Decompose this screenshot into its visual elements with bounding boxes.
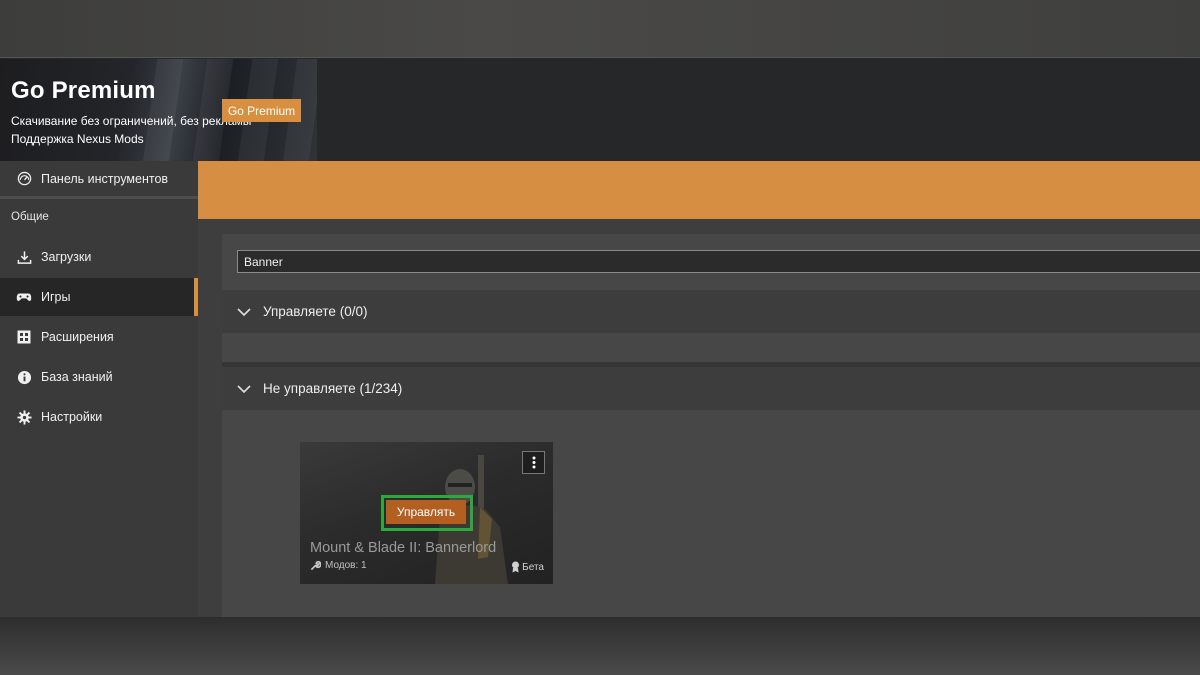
chevron-down-icon [237, 384, 251, 393]
premium-title: Go Premium [11, 77, 156, 104]
premium-banner: Go Premium Скачивание без ограничений, б… [0, 59, 317, 162]
more-vertical-icon [532, 456, 535, 469]
sidebar-item-label: Игры [41, 290, 71, 304]
go-premium-button[interactable]: Go Premium [222, 99, 301, 122]
mods-count-text: Модов: 1 [325, 560, 367, 571]
sidebar-item-label: База знаний [41, 370, 113, 384]
award-icon [512, 561, 520, 573]
chevron-down-icon [237, 307, 251, 316]
wrench-icon [310, 560, 321, 571]
game-title: Mount & Blade II: Bannerlord [310, 540, 497, 556]
beta-badge: Бета [511, 561, 544, 573]
mods-count: Модов: 1 [310, 560, 367, 571]
unmanaged-section-title: Не управляете (1/234) [263, 381, 403, 396]
info-icon [16, 369, 32, 385]
top-bar: Go Premium Скачивание без ограничений, б… [0, 57, 1200, 162]
sidebar: Панель инструментов Общие Загрузки Игры … [0, 161, 198, 617]
sidebar-item-label: Панель инструментов [41, 171, 169, 186]
premium-tagline: Скачивание без ограничений, без рекламы [11, 114, 252, 128]
sidebar-item-dashboard[interactable]: Панель инструментов [0, 161, 198, 199]
games-page: Управляете (0/0) Не управляете (1/234) [198, 219, 1200, 617]
games-panel: Управляете (0/0) Не управляете (1/234) [222, 234, 1200, 617]
header-band [198, 161, 1200, 219]
sidebar-item-games[interactable]: Игры [0, 278, 198, 316]
gear-icon [16, 409, 32, 425]
sidebar-item-extensions[interactable]: Расширения [0, 318, 198, 356]
sidebar-item-downloads[interactable]: Загрузки [0, 238, 198, 276]
backdrop-bottom [0, 617, 1200, 675]
gamepad-icon [16, 289, 32, 305]
backdrop-top [0, 0, 1200, 57]
vortex-window: Go Premium Скачивание без ограничений, б… [0, 57, 1200, 617]
banner-decor [142, 59, 184, 162]
managed-section-title: Управляете (0/0) [263, 304, 368, 319]
gauge-icon [16, 171, 32, 187]
sidebar-item-label: Загрузки [41, 250, 92, 264]
game-options-button[interactable] [522, 451, 545, 474]
unmanaged-section-header[interactable]: Не управляете (1/234) [222, 367, 1200, 410]
download-icon [16, 249, 32, 265]
extensions-icon [16, 329, 32, 345]
managed-section-header[interactable]: Управляете (0/0) [222, 290, 1200, 333]
sidebar-item-label: Расширения [41, 330, 114, 344]
sidebar-item-label: Настройки [41, 410, 103, 424]
game-card[interactable]: Управлять Mount & Blade II: Bannerlord М… [300, 442, 553, 584]
beta-badge-text: Бета [522, 561, 544, 573]
sidebar-item-knowledge-base[interactable]: База знаний [0, 358, 198, 396]
sidebar-section-header: Общие [11, 211, 49, 223]
game-search-input[interactable] [237, 250, 1200, 273]
premium-support-text: Поддержка Nexus Mods [11, 132, 144, 146]
manage-game-button[interactable]: Управлять [386, 500, 466, 524]
sidebar-item-settings[interactable]: Настройки [0, 398, 198, 436]
